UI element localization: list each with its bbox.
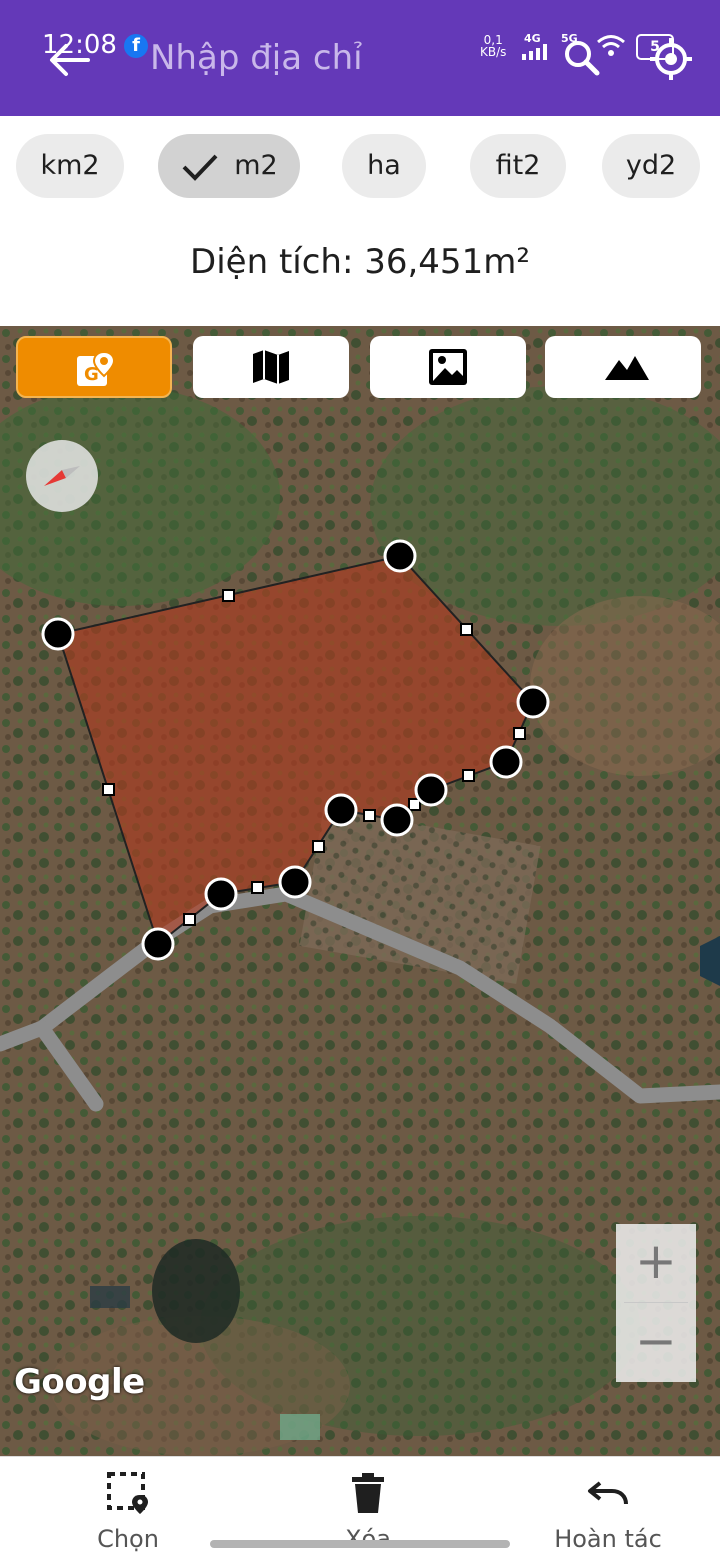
- map-type-google-maps[interactable]: G: [16, 336, 172, 398]
- trash-icon: [352, 1473, 384, 1513]
- network-speed: 0,1 KB/s: [480, 34, 506, 58]
- google-maps-icon: G: [77, 350, 116, 386]
- status-time: 12:08: [42, 30, 117, 60]
- unit-chip-fit2-label: fit2: [495, 150, 541, 181]
- zoom-divider: [624, 1302, 688, 1303]
- facebook-notification-icon: f: [124, 34, 148, 58]
- satellite-icon: [429, 349, 467, 385]
- zoom-controls: + −: [616, 1224, 696, 1382]
- select-button[interactable]: Chọn: [48, 1471, 208, 1553]
- unit-chip-ha-label: ha: [367, 150, 401, 181]
- unit-chip-fit2[interactable]: fit2: [470, 134, 566, 198]
- satellite-imagery: [0, 326, 720, 1456]
- undo-button[interactable]: Hoàn tác: [528, 1471, 688, 1553]
- unit-chip-yd2[interactable]: yd2: [602, 134, 700, 198]
- unit-selector-panel: km2 m2 ha fit2 yd2 Diện tích: 36,451m²: [0, 116, 720, 326]
- my-location-icon[interactable]: [648, 36, 694, 82]
- area-result: Diện tích: 36,451m²: [190, 242, 530, 282]
- top-app-bar: 12:08 f Nhập địa chỉ 0,1 KB/s 4G 5G 5: [0, 0, 720, 116]
- unit-chip-m2[interactable]: m2: [158, 134, 300, 198]
- undo-icon: [588, 1481, 628, 1505]
- unit-chip-yd2-label: yd2: [625, 150, 677, 181]
- network-speed-unit: KB/s: [480, 45, 507, 59]
- home-indicator: [210, 1540, 510, 1548]
- compass-button[interactable]: [26, 440, 98, 512]
- zoom-out-button[interactable]: −: [616, 1304, 696, 1382]
- terrain-icon: [605, 356, 649, 380]
- undo-label: Hoàn tác: [554, 1525, 662, 1553]
- unit-chip-km2[interactable]: km2: [16, 134, 124, 198]
- check-icon: [182, 154, 218, 181]
- map-type-road[interactable]: [193, 336, 349, 398]
- satellite-map[interactable]: G Google + −: [0, 326, 720, 1456]
- map-type-satellite[interactable]: [370, 336, 526, 398]
- compass-icon: [44, 466, 80, 486]
- delete-label: Xóa: [345, 1525, 391, 1553]
- signal-bars-icon: [522, 44, 547, 60]
- select-label: Chọn: [97, 1525, 159, 1553]
- unit-chip-ha[interactable]: ha: [342, 134, 426, 198]
- select-location-icon: [107, 1472, 148, 1514]
- google-attribution: Google: [14, 1362, 145, 1402]
- unit-chip-m2-label: m2: [234, 150, 278, 181]
- address-search-input[interactable]: Nhập địa chỉ: [150, 38, 363, 78]
- unit-chip-km2-label: km2: [40, 150, 100, 181]
- map-icon: [253, 350, 289, 384]
- map-type-terrain[interactable]: [545, 336, 701, 398]
- wifi-icon: [597, 35, 625, 56]
- zoom-in-button[interactable]: +: [616, 1224, 696, 1302]
